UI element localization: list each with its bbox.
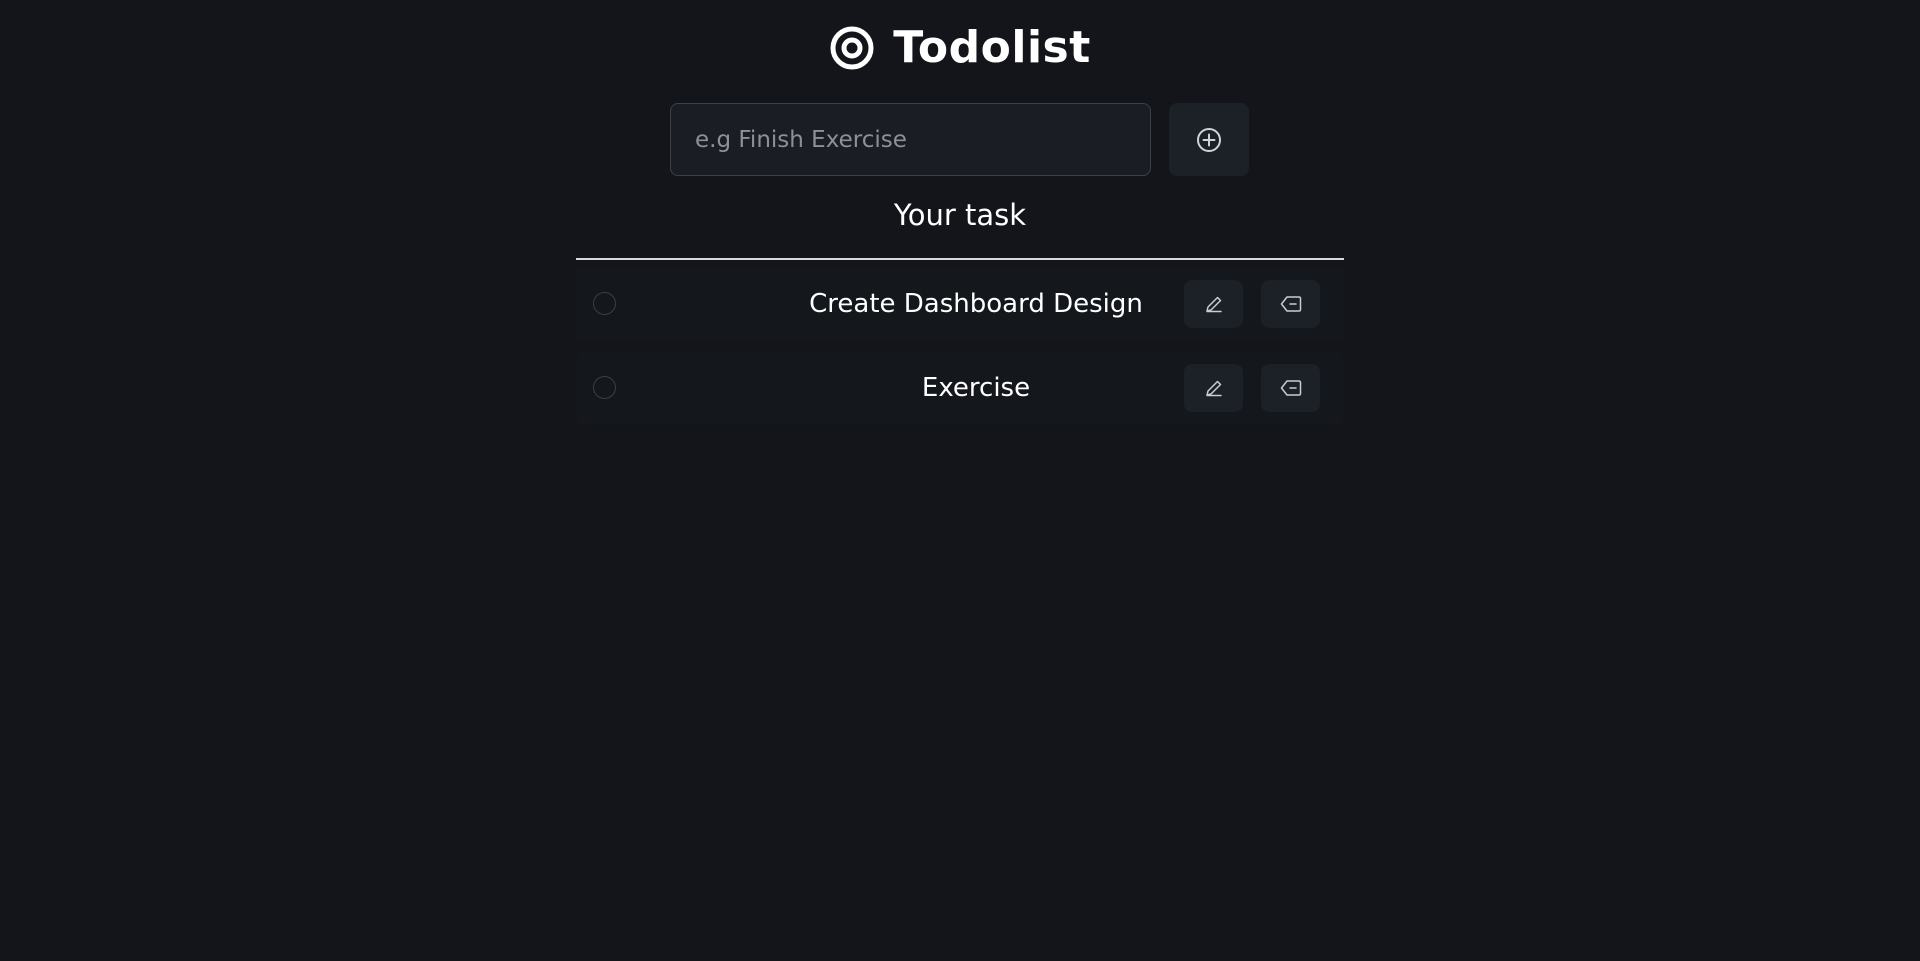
task-checkbox[interactable] xyxy=(593,376,616,399)
task-checkbox[interactable] xyxy=(593,292,616,315)
todolist-page: Todolist Your task Create Dashboard Desi… xyxy=(0,0,1920,961)
backspace-icon xyxy=(1280,296,1301,312)
add-task-button[interactable] xyxy=(1169,103,1249,176)
delete-task-button[interactable] xyxy=(1261,364,1320,412)
plus-circle-icon xyxy=(1197,127,1221,152)
app-header: Todolist xyxy=(0,22,1920,74)
section-divider xyxy=(576,258,1344,260)
task-actions xyxy=(1184,364,1320,412)
task-actions xyxy=(1184,280,1320,328)
backspace-icon xyxy=(1280,380,1301,396)
delete-task-button[interactable] xyxy=(1261,280,1320,328)
target-icon xyxy=(830,26,874,70)
edit-task-button[interactable] xyxy=(1184,280,1243,328)
edit-task-button[interactable] xyxy=(1184,364,1243,412)
app-title: Todolist xyxy=(893,22,1091,73)
pencil-icon xyxy=(1205,296,1222,313)
task-item: Exercise xyxy=(576,352,1344,424)
task-input[interactable] xyxy=(670,103,1151,176)
pencil-icon xyxy=(1205,380,1222,397)
task-list: Create Dashboard Design Exercise xyxy=(576,268,1344,436)
task-section-title: Your task xyxy=(893,198,1027,232)
task-item: Create Dashboard Design xyxy=(576,268,1344,340)
add-task-form xyxy=(670,103,1249,176)
